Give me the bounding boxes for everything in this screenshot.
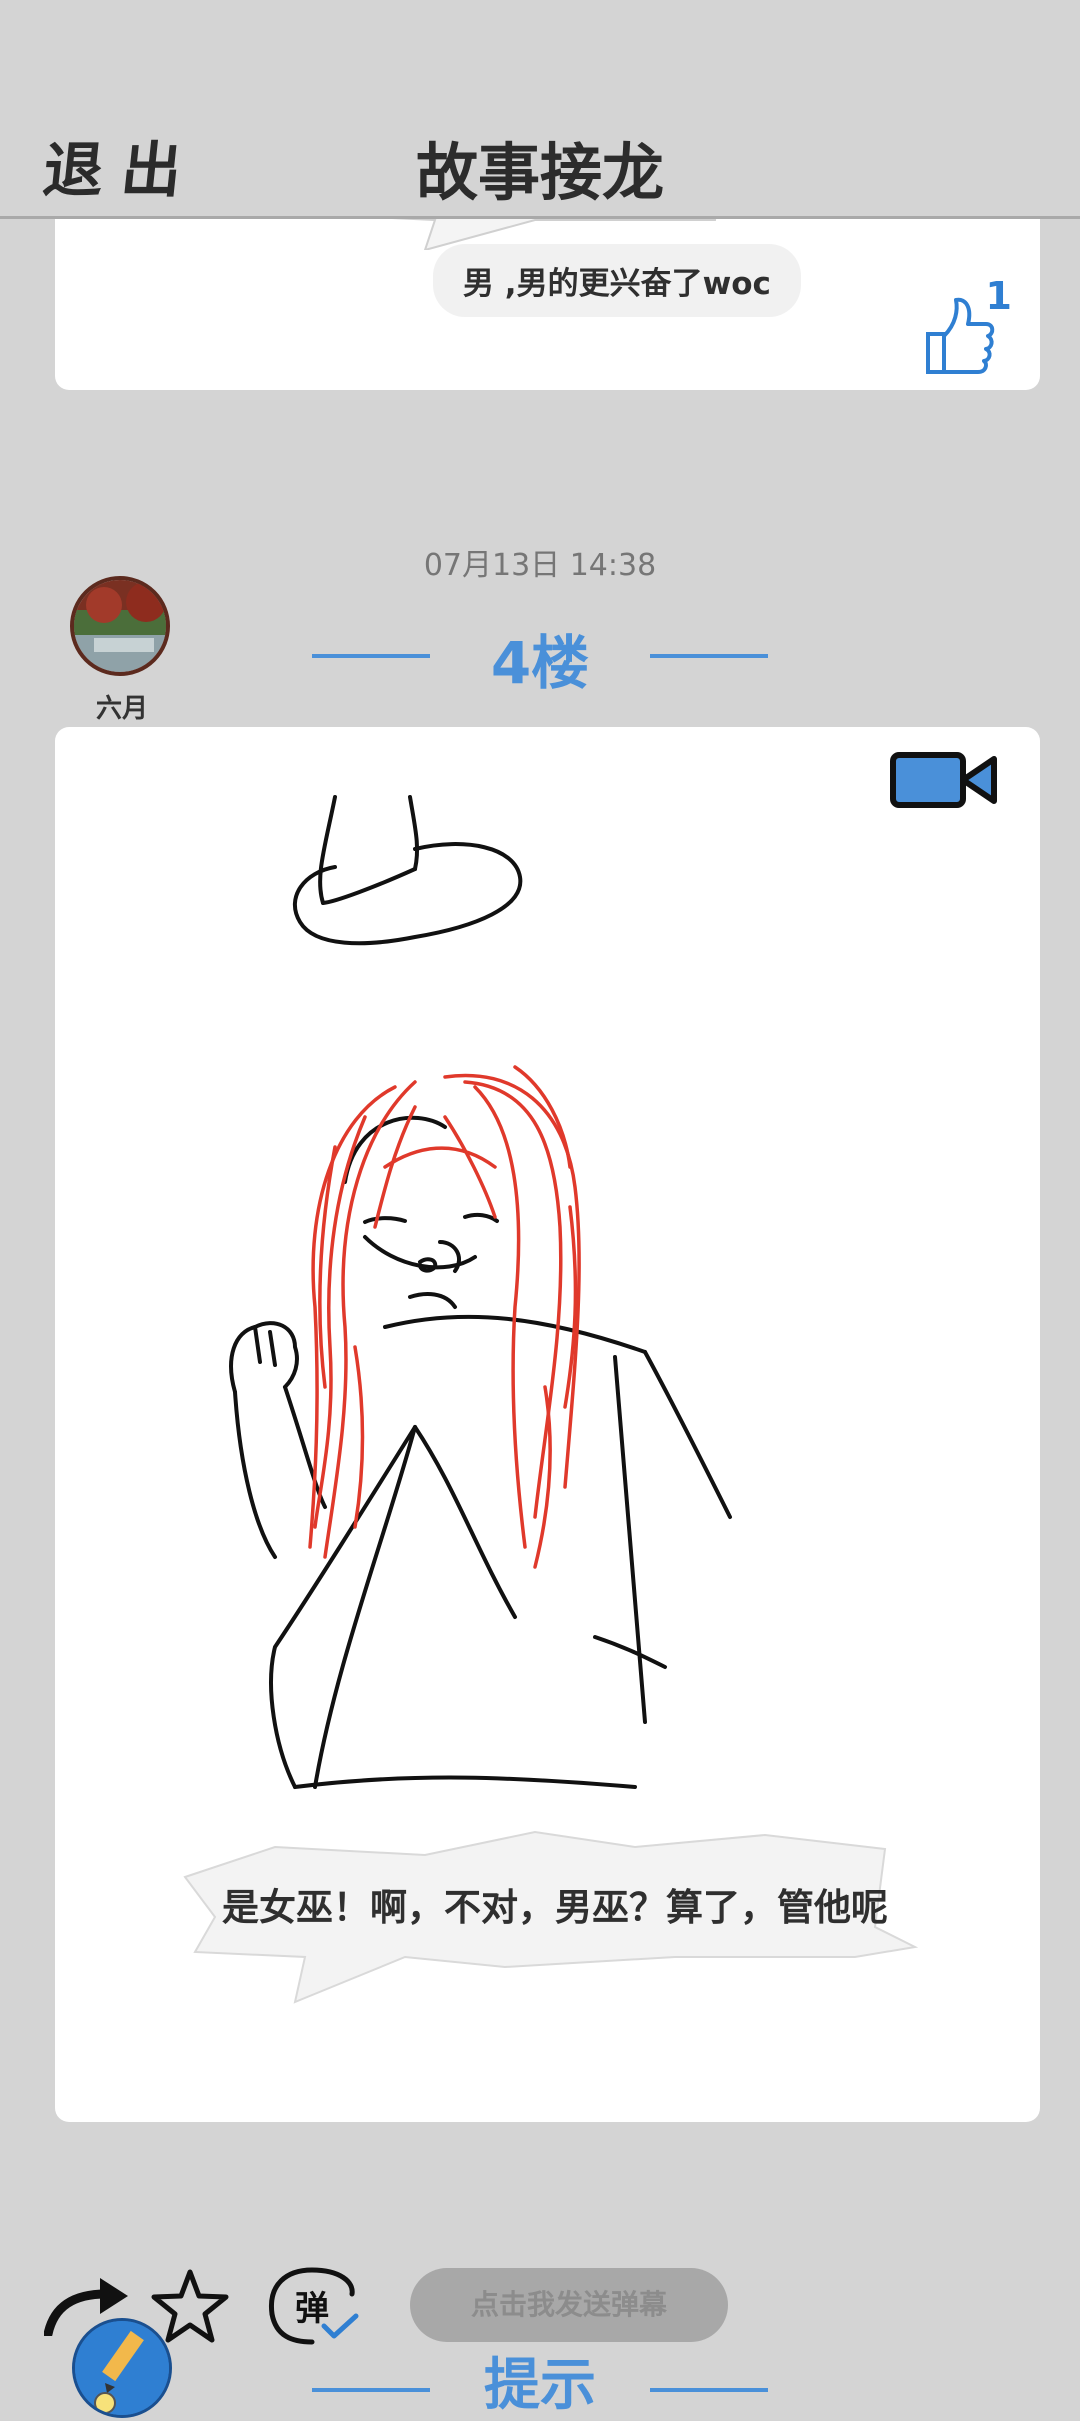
page-title: 故事接龙: [415, 136, 664, 209]
video-camera-icon[interactable]: [890, 751, 998, 809]
previous-post-caption: 男 ,男的更兴奋了woc: [433, 244, 801, 317]
danmaku-toggle-button[interactable]: 弹: [262, 2264, 362, 2348]
story-drawing[interactable]: [215, 787, 895, 1847]
next-section-label: 提示: [484, 2353, 596, 2418]
danmaku-icon-text: 弹: [295, 2289, 329, 2329]
top-bar: 退出 故事接龙: [0, 0, 1080, 219]
thumbs-up-icon: [926, 297, 995, 374]
post-card: 是女巫！啊，不对，男巫？算了，管他呢: [55, 727, 1040, 2122]
danmaku-icon: 弹: [268, 2267, 359, 2345]
like-count: 1: [985, 274, 1012, 318]
post-caption: 是女巫！啊，不对，男巫？算了，管他呢: [222, 1886, 888, 1929]
floor-divider-right: [650, 654, 768, 658]
like-button[interactable]: 1: [916, 274, 1026, 384]
post-timestamp: 07月13日 14:38: [423, 548, 657, 583]
previous-post-card: 男 ,男的更兴奋了woc 1: [55, 200, 1040, 390]
star-icon[interactable]: [150, 2268, 230, 2344]
next-divider-right: [650, 2388, 768, 2392]
danmaku-input[interactable]: 点击我发送弹幕: [410, 2268, 728, 2342]
floor-label: 4楼: [490, 629, 590, 697]
